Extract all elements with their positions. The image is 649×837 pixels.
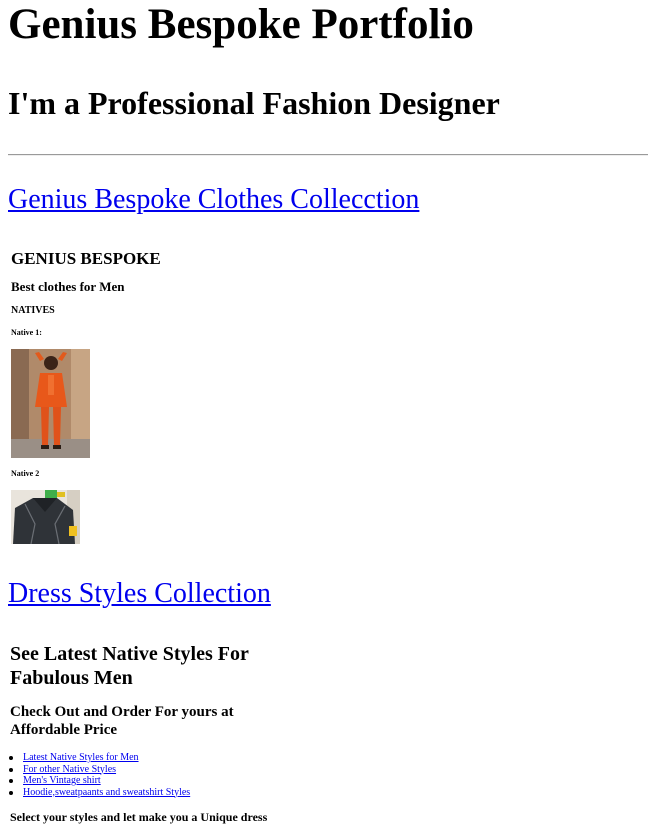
latest-native-styles-link[interactable]: Latest Native Styles for Men <box>23 752 139 763</box>
hoodie-styles-link[interactable]: Hoodie,sweatpaants and sweatshirt Styles <box>23 787 190 798</box>
bullet-icon <box>9 756 13 760</box>
list-item: Hoodie,sweatpaants and sweatshirt Styles <box>8 787 190 799</box>
divider <box>8 154 648 156</box>
bullet-icon <box>9 790 13 795</box>
native-2-photo <box>11 490 80 544</box>
list-item: Men's Vintage shirt <box>8 775 190 787</box>
other-native-styles-link[interactable]: For other Native Styles <box>23 764 116 775</box>
native-1-caption: Native 1: <box>11 328 42 337</box>
brand-heading: GENIUS BESPOKE <box>11 249 161 268</box>
category-heading: NATIVES <box>11 305 55 316</box>
dress-styles-link[interactable]: Dress Styles Collection <box>8 578 271 610</box>
page-title: Genius Bespoke Portfolio <box>8 1 474 48</box>
latest-styles-heading: See Latest Native Styles For Fabulous Me… <box>10 643 249 689</box>
bullet-icon <box>9 767 13 772</box>
page-subtitle: I'm a Professional Fashion Designer <box>8 85 500 121</box>
native-2-caption: Native 2 <box>11 469 40 478</box>
list-item: For other Native Styles <box>8 764 190 776</box>
clothes-collection-link[interactable]: Genius Bespoke Clothes Collecction <box>8 184 419 216</box>
bullet-icon <box>9 779 13 783</box>
vintage-shirt-link[interactable]: Men's Vintage shirt <box>23 775 101 786</box>
footer-note: Select your styles and let make you a Un… <box>10 810 268 824</box>
order-heading: Check Out and Order For yours at Afforda… <box>10 704 234 738</box>
list-item: Latest Native Styles for Men <box>8 752 190 764</box>
tagline: Best clothes for Men <box>11 279 125 294</box>
native-1-photo <box>11 349 90 458</box>
style-links-list: Latest Native Styles for Men For other N… <box>8 752 190 798</box>
